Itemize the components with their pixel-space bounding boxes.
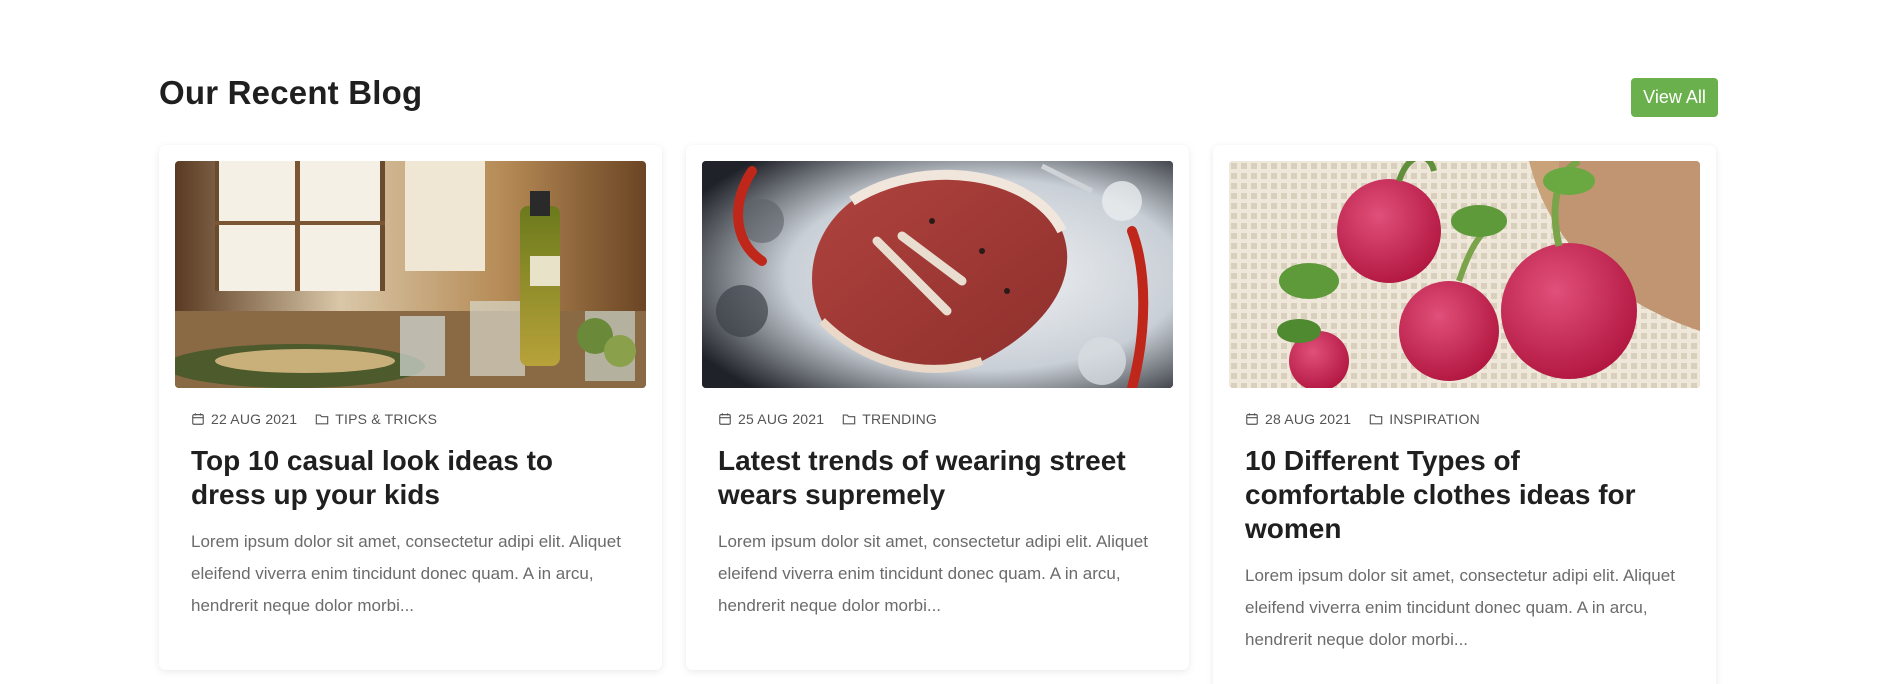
- post-date-text: 28 AUG 2021: [1265, 411, 1352, 427]
- post-date-text: 25 AUG 2021: [738, 411, 825, 427]
- calendar-icon: [1246, 413, 1258, 425]
- post-date: 22 AUG 2021: [191, 411, 297, 427]
- post-meta: 22 AUG 2021 TIPS & TRICKS: [191, 410, 630, 428]
- folder-icon: [316, 414, 329, 425]
- view-all-button[interactable]: View All: [1631, 78, 1718, 117]
- blog-card-image[interactable]: [175, 161, 646, 388]
- post-excerpt: Lorem ipsum dolor sit amet, consectetur …: [191, 532, 621, 615]
- blog-card-list: 22 AUG 2021 TIPS & TRICKS Top 10 casual …: [159, 145, 1716, 684]
- section-title: Our Recent Blog: [159, 74, 423, 111]
- post-meta: 28 AUG 2021 INSPIRATION: [1245, 410, 1684, 428]
- post-category[interactable]: TRENDING: [842, 411, 937, 427]
- post-title[interactable]: Latest trends of wearing street wears su…: [718, 444, 1157, 512]
- post-title[interactable]: Top 10 casual look ideas to dress up you…: [191, 444, 630, 512]
- folder-icon: [1370, 414, 1383, 425]
- post-meta: 25 AUG 2021 TRENDING: [718, 410, 1157, 428]
- post-category[interactable]: INSPIRATION: [1369, 411, 1480, 427]
- post-excerpt: Lorem ipsum dolor sit amet, consectetur …: [1245, 566, 1675, 649]
- post-excerpt: Lorem ipsum dolor sit amet, consectetur …: [718, 532, 1148, 615]
- post-date: 25 AUG 2021: [718, 411, 824, 427]
- post-category-text: TRENDING: [862, 411, 937, 427]
- calendar-icon: [719, 413, 731, 425]
- blog-card[interactable]: 28 AUG 2021 INSPIRATION 10 Different Typ…: [1213, 145, 1716, 684]
- post-title[interactable]: 10 Different Types of comfortable clothe…: [1245, 444, 1684, 546]
- post-category-text: TIPS & TRICKS: [335, 411, 438, 427]
- post-category-text: INSPIRATION: [1389, 411, 1480, 427]
- calendar-icon: [192, 413, 204, 425]
- blog-card-image[interactable]: [1229, 161, 1700, 388]
- blog-card-image[interactable]: [702, 161, 1173, 388]
- blog-card[interactable]: 25 AUG 2021 TRENDING Latest trends of we…: [686, 145, 1189, 670]
- blog-card[interactable]: 22 AUG 2021 TIPS & TRICKS Top 10 casual …: [159, 145, 662, 670]
- recent-blog-section: Our Recent Blog View All 22 AUG 2021 TIP…: [0, 0, 1879, 684]
- post-category[interactable]: TIPS & TRICKS: [315, 411, 437, 427]
- post-date: 28 AUG 2021: [1245, 411, 1351, 427]
- post-date-text: 22 AUG 2021: [211, 411, 298, 427]
- folder-icon: [843, 414, 856, 425]
